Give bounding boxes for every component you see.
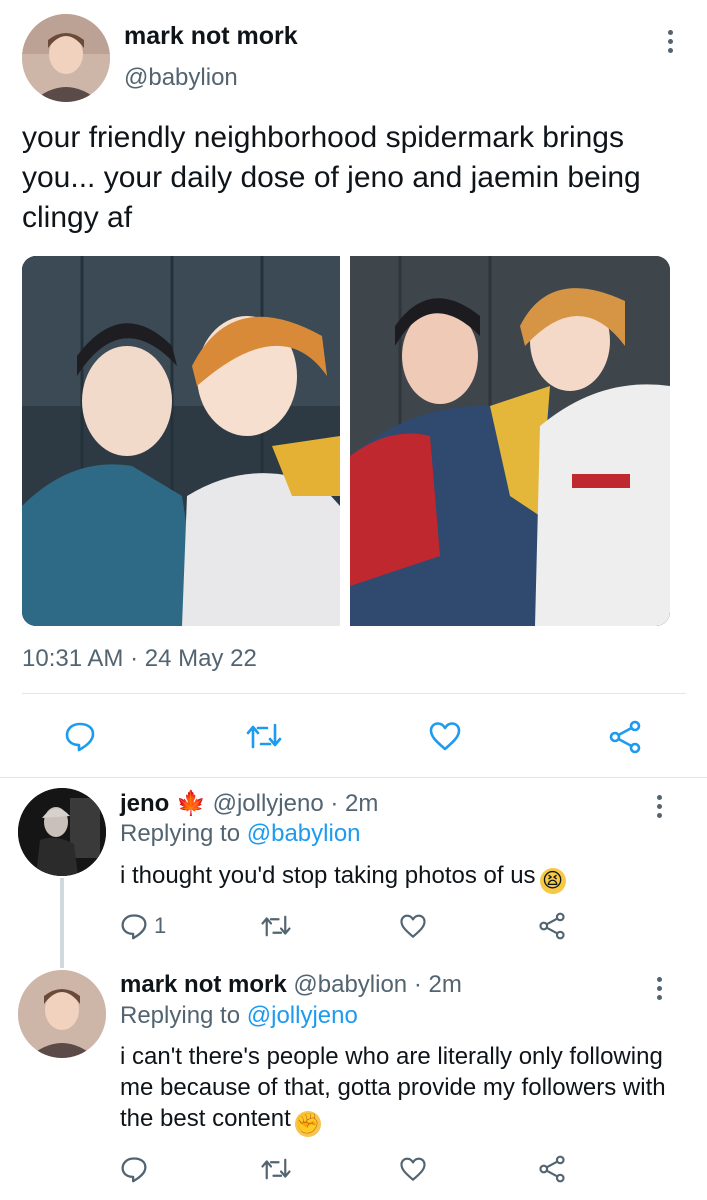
raised-fist-emoji: ✊ [294, 1111, 321, 1137]
divider [0, 777, 707, 778]
reply-2-replying-to: Replying to @jollyjeno [120, 1002, 358, 1030]
reply-2-text: i can't there's people who are literally… [120, 1041, 680, 1137]
reply-1-like-button[interactable] [399, 912, 427, 940]
reply-1-retweet-button[interactable] [260, 912, 292, 940]
reply-1-name[interactable]: jeno [120, 790, 169, 817]
author-name[interactable]: mark not mork [124, 22, 298, 51]
reply-icon [121, 1157, 147, 1183]
media-image-left[interactable] [22, 256, 340, 626]
retweet-icon [246, 723, 282, 749]
media-image-right[interactable] [350, 256, 670, 626]
reply-count: 1 [154, 913, 167, 938]
more-icon[interactable] [652, 795, 666, 825]
like-button[interactable] [428, 720, 462, 752]
more-icon[interactable] [663, 30, 677, 60]
author-handle[interactable]: @babylion [124, 64, 238, 92]
reply-1-reply-button[interactable]: 1 [120, 912, 166, 940]
share-icon [539, 912, 565, 940]
thread-line [60, 878, 64, 968]
retweet-icon [261, 915, 291, 937]
like-icon [400, 914, 426, 938]
retweet-button[interactable] [245, 720, 283, 752]
reply-1-share-button[interactable] [538, 911, 566, 941]
maple-leaf-icon: 🍁 [176, 790, 206, 817]
retweet-icon [261, 1158, 291, 1180]
reply-button[interactable] [64, 720, 96, 752]
tired-face-emoji: 😫 [539, 868, 566, 894]
reply-2-reply-button[interactable] [120, 1155, 148, 1183]
reply-1-replying-to: Replying to @babylion [120, 820, 361, 848]
replying-prefix: Replying to [120, 1002, 241, 1029]
reply-icon [121, 914, 147, 940]
reply-1-text: i thought you'd stop taking photos of us… [120, 860, 680, 894]
reply-1-body: i thought you'd stop taking photos of us [120, 862, 536, 889]
reply-2-share-button[interactable] [538, 1154, 566, 1184]
like-icon [429, 722, 461, 751]
reply-2-handle[interactable]: @babylion [293, 971, 407, 998]
divider [22, 693, 686, 694]
reply-1-handle[interactable]: @jollyjeno [213, 790, 324, 817]
avatar[interactable] [22, 14, 110, 102]
reply-2-body: i can't there's people who are literally… [120, 1043, 666, 1132]
share-icon [539, 1155, 565, 1183]
main-tweet: mark not mork @babylion your friendly ne… [0, 0, 707, 780]
reply-1-header: jeno 🍁 @jollyjeno · 2m [120, 789, 378, 818]
reply-1-time: · 2m [330, 790, 379, 817]
reply-avatar[interactable] [18, 788, 106, 876]
mention-link[interactable]: @jollyjeno [247, 1002, 358, 1029]
reply-2-retweet-button[interactable] [260, 1155, 292, 1183]
like-icon [400, 1157, 426, 1181]
reply-2-time: · 2m [413, 971, 462, 998]
reply-icon [65, 722, 95, 752]
reply-2-header: mark not mork @babylion · 2m [120, 971, 462, 999]
more-icon[interactable] [652, 977, 666, 1007]
reply-avatar[interactable] [18, 970, 106, 1058]
share-icon [609, 720, 641, 754]
tweet-text: your friendly neighborhood spidermark br… [22, 121, 641, 234]
tweet-timestamp[interactable]: 10:31 AM · 24 May 22 [22, 645, 257, 673]
reply-2-name[interactable]: mark not mork [120, 971, 287, 998]
mention-link[interactable]: @babylion [247, 820, 361, 847]
replying-prefix: Replying to [120, 820, 241, 847]
share-button[interactable] [608, 720, 642, 754]
reply-2-like-button[interactable] [399, 1155, 427, 1183]
